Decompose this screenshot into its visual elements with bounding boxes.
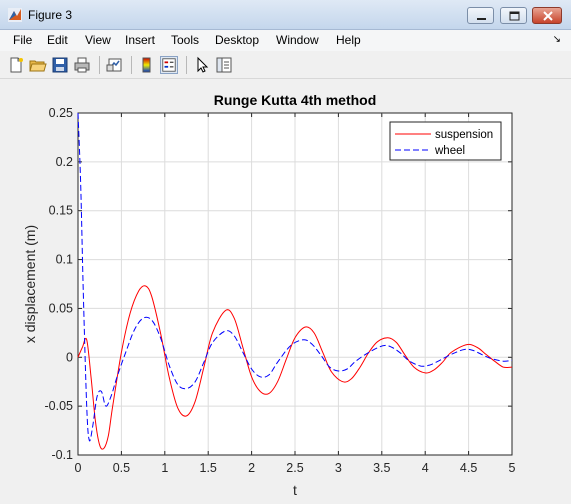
x-axis-label: t <box>293 482 297 498</box>
legend-label-wheel: wheel <box>434 145 465 157</box>
link-plot-icon[interactable] <box>106 56 124 74</box>
colorbar-icon[interactable] <box>138 56 156 74</box>
figure-canvas[interactable]: 0 0.5 1 1.5 2 2.5 3 3.5 4 4.5 5 -0.1 -0.05 0 0.05 0.1 0… <box>0 80 571 504</box>
x-tick-label: 3.5 <box>373 461 390 475</box>
maximize-icon <box>509 11 520 21</box>
toolbar <box>0 51 571 79</box>
minimize-button[interactable] <box>467 7 494 24</box>
menu-file[interactable]: File <box>13 33 32 47</box>
menu-view[interactable]: View <box>85 33 111 47</box>
matlab-icon <box>8 8 22 22</box>
x-tick-label: 0 <box>75 461 82 475</box>
legend-label-suspension: suspension <box>435 129 493 141</box>
chart-title: Runge Kutta 4th method <box>214 92 377 108</box>
x-tick-label: 2.5 <box>286 461 303 475</box>
close-icon <box>543 11 553 21</box>
y-tick-label: 0.1 <box>56 253 73 267</box>
x-tick-label: 4 <box>422 461 429 475</box>
minimize-icon <box>477 18 486 20</box>
y-tick-label: -0.1 <box>51 448 73 462</box>
y-tick-label: 0.2 <box>56 155 73 169</box>
legend-icon[interactable] <box>160 56 178 74</box>
toolbar-separator <box>186 56 187 74</box>
y-tick-label: -0.05 <box>45 399 74 413</box>
legend[interactable]: suspension wheel <box>389 121 502 161</box>
window-title: Figure 3 <box>28 8 73 22</box>
open-file-icon[interactable] <box>29 56 47 74</box>
dock-arrow-icon[interactable]: ↘ <box>553 34 561 45</box>
y-tick-label: 0.05 <box>49 301 73 315</box>
x-tick-label: 2 <box>248 461 255 475</box>
x-tick-label: 4.5 <box>460 461 477 475</box>
toolbar-separator <box>99 56 100 74</box>
x-tick-label: 3 <box>335 461 342 475</box>
save-icon[interactable] <box>51 56 69 74</box>
close-button[interactable] <box>532 7 562 24</box>
menu-tools[interactable]: Tools <box>171 33 199 47</box>
print-icon[interactable] <box>73 56 91 74</box>
window-title-bar[interactable]: Figure 3 <box>0 0 571 30</box>
y-axis-label: x displacement (m) <box>22 225 38 343</box>
y-tick-label: 0.15 <box>49 204 73 218</box>
menu-window[interactable]: Window <box>276 33 319 47</box>
menu-bar: File Edit View Insert Tools Desktop Wind… <box>0 30 571 51</box>
pointer-icon[interactable] <box>193 56 211 74</box>
x-tick-label: 5 <box>509 461 516 475</box>
maximize-button[interactable] <box>500 7 527 24</box>
x-tick-label: 1.5 <box>200 461 217 475</box>
menu-insert[interactable]: Insert <box>125 33 155 47</box>
y-tick-label: 0.25 <box>49 106 73 120</box>
property-inspector-icon[interactable] <box>215 56 233 74</box>
menu-help[interactable]: Help <box>336 33 361 47</box>
new-figure-icon[interactable] <box>7 56 25 74</box>
x-tick-label: 0.5 <box>113 461 130 475</box>
menu-desktop[interactable]: Desktop <box>215 33 259 47</box>
x-tick-label: 1 <box>161 461 168 475</box>
menu-edit[interactable]: Edit <box>47 33 68 47</box>
toolbar-separator <box>131 56 132 74</box>
y-tick-label: 0 <box>66 350 73 364</box>
